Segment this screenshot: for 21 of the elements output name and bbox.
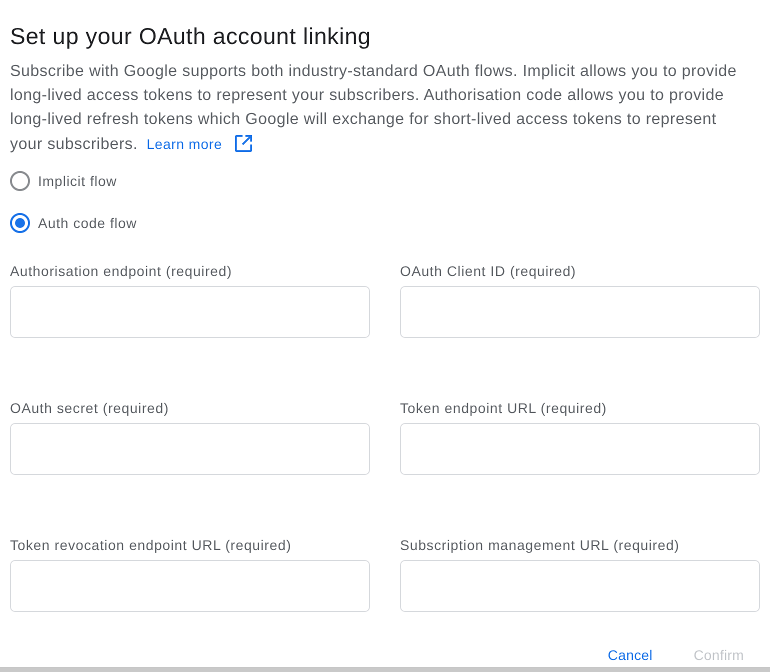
field-label: Token endpoint URL (required) [400,400,607,416]
text-field[interactable] [10,286,370,338]
external-link-icon [234,134,254,153]
description-text: Subscribe with Google supports both industry-standard OAuth flows. Implicit allows you to provide long-lived access tokens to represent your subscribers. Authorisation code allows you to provide long-lived refresh tokens which Google will exchange for short-lived access tokens to represent your subscribers. Learn more [10,62,738,155]
radio-label: Auth code flow [38,214,137,232]
text-field[interactable] [10,423,370,475]
radio-button[interactable] [10,213,30,233]
field-label: Authorisation endpoint (required) [10,263,232,279]
field-label: Token revocation endpoint URL (required) [10,537,292,553]
field-label: Subscription management URL (required) [400,537,680,553]
learn-more-link[interactable]: Learn more [146,136,254,152]
text-field[interactable] [400,423,760,475]
dialog-button[interactable]: Cancel [606,644,655,666]
radio-label: Implicit flow [38,172,117,191]
text-field[interactable] [400,560,760,612]
dialog-title: Set up your OAuth account linking [10,22,371,50]
text-field[interactable] [10,560,370,612]
radio-button[interactable] [10,171,30,191]
text-field[interactable] [400,286,760,338]
field-label: OAuth secret (required) [10,400,169,416]
field-label: OAuth Client ID (required) [400,263,576,279]
